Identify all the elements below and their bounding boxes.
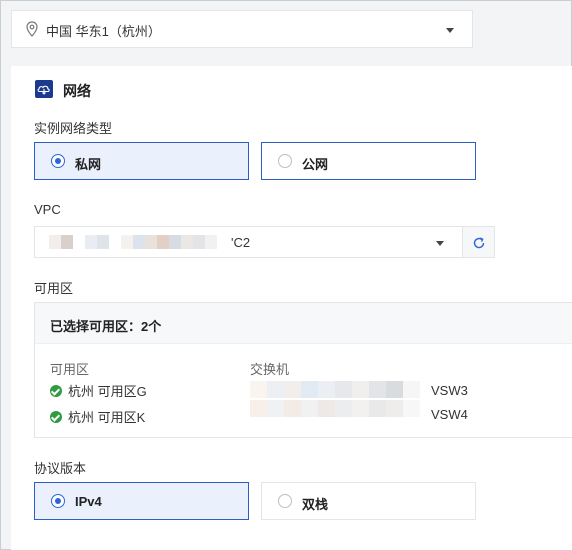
- col-switch-header: 交换机: [250, 362, 290, 377]
- zone-summary-bar: 已选择可用区：2个: [35, 303, 572, 344]
- option-label: IPv4: [75, 494, 102, 509]
- vpc-select[interactable]: 'C2: [34, 226, 463, 258]
- zone-row: 杭州 可用区G: [50, 381, 147, 400]
- check-circle-icon: [50, 384, 62, 397]
- option-label: 公网: [302, 157, 329, 172]
- protocol-option-ipv4[interactable]: IPv4: [34, 482, 249, 520]
- col-zone-header: 可用区: [50, 362, 90, 377]
- zone-row: 杭州 可用区K: [50, 407, 145, 426]
- zone-summary: 已选择可用区：2个: [50, 319, 162, 334]
- redacted-switch-name: [250, 400, 420, 417]
- chevron-down-icon: [446, 28, 454, 33]
- vpc-refresh-button[interactable]: [463, 226, 495, 258]
- zone-label: 可用区: [34, 281, 74, 296]
- radio-button-checked[interactable]: [51, 154, 65, 168]
- radio-button[interactable]: [278, 154, 292, 168]
- refresh-icon: [472, 236, 486, 255]
- protocol-option-dual-stack[interactable]: 双栈: [261, 482, 476, 520]
- switch-name: VSW3: [431, 383, 468, 398]
- network-type-option-public[interactable]: 公网: [261, 142, 476, 180]
- vpc-label: VPC: [34, 202, 61, 217]
- radio-button[interactable]: [278, 494, 292, 508]
- zone-name: 杭州 可用区K: [68, 410, 146, 425]
- section-title: 网络: [63, 83, 91, 99]
- chevron-down-icon: [436, 241, 444, 246]
- region-select[interactable]: 中国 华东1（杭州）: [11, 10, 473, 48]
- location-pin-icon: [26, 21, 38, 42]
- switch-name: VSW4: [431, 407, 468, 422]
- option-label: 私网: [75, 157, 102, 172]
- zone-table: 已选择可用区：2个 可用区 交换机 杭州 可用区G 杭州 可用区K VSW3 V…: [34, 302, 572, 438]
- option-label: 双栈: [302, 497, 329, 512]
- network-section-icon: [35, 80, 53, 98]
- region-value: 中国 华东1（杭州）: [46, 24, 161, 39]
- network-type-option-private[interactable]: 私网: [34, 142, 249, 180]
- vpc-value: 'C2: [231, 235, 251, 250]
- redacted-switch-name: [250, 381, 420, 398]
- protocol-label: 协议版本: [34, 461, 87, 476]
- redacted-vpc-name: [49, 235, 217, 249]
- network-panel: 网络 实例网络类型 私网 公网 VPC 'C2 可用区 已选择可用区：2个 可用…: [11, 66, 572, 550]
- radio-button-checked[interactable]: [51, 494, 65, 508]
- check-circle-icon: [50, 410, 62, 423]
- network-type-label: 实例网络类型: [34, 121, 113, 136]
- zone-name: 杭州 可用区G: [68, 384, 147, 399]
